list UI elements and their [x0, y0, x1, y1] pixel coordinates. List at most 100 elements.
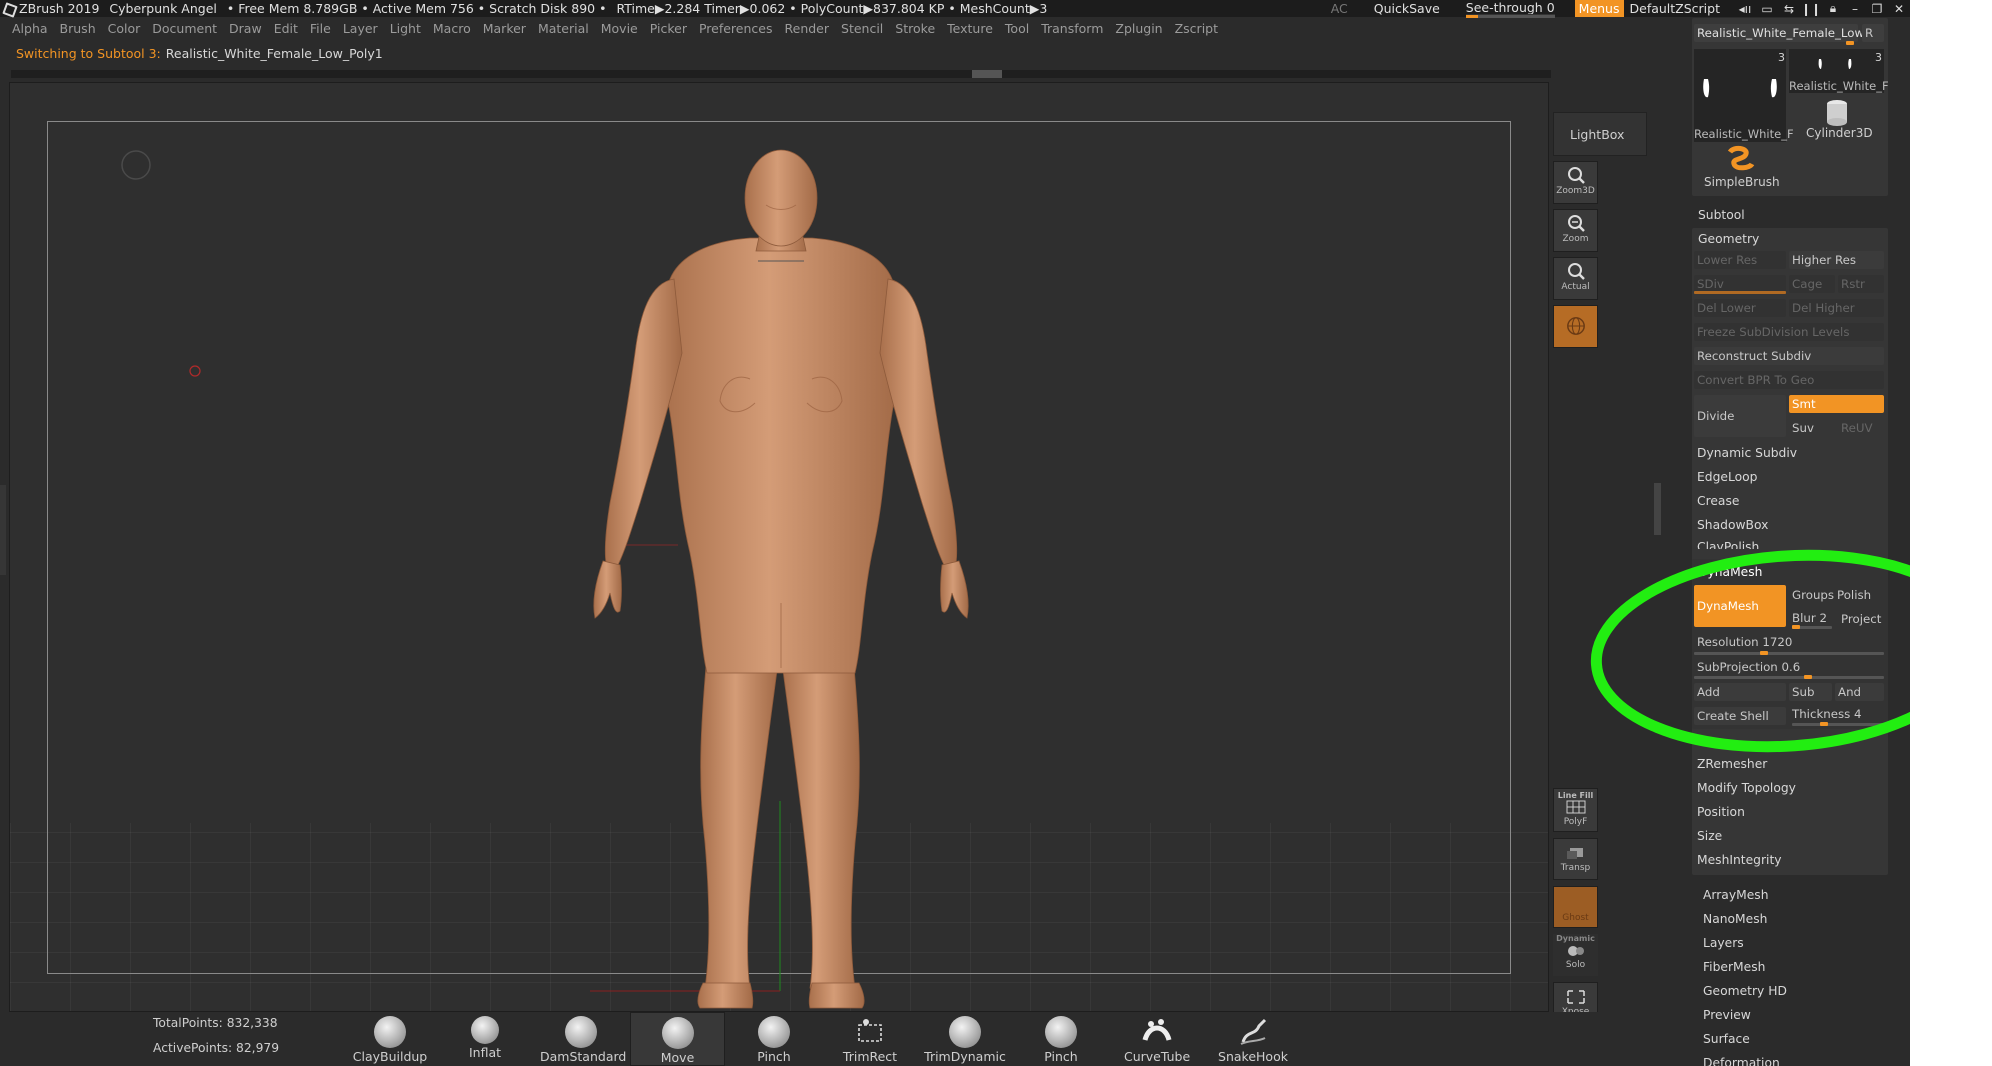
- brush-pinch[interactable]: Pinch: [750, 1012, 798, 1066]
- rstr-button[interactable]: Rstr: [1838, 275, 1884, 293]
- persp-button[interactable]: [1553, 305, 1598, 348]
- lock-icon[interactable]: 🔒︎: [1822, 1, 1844, 16]
- model-viewport[interactable]: [10, 83, 1549, 1012]
- geometry-section[interactable]: Geometry: [1698, 232, 1759, 246]
- menu-preferences[interactable]: Preferences: [699, 21, 773, 36]
- see-through-slider[interactable]: See-through 0: [1465, 0, 1555, 18]
- menu-stencil[interactable]: Stencil: [841, 21, 883, 36]
- subprojection-track[interactable]: [1694, 675, 1884, 679]
- edgeloop-section[interactable]: EdgeLoop: [1694, 468, 1884, 486]
- menu-stroke[interactable]: Stroke: [895, 21, 935, 36]
- brush-damstandard[interactable]: DamStandard: [540, 1012, 626, 1066]
- fibermesh-section[interactable]: FiberMesh: [1703, 960, 1765, 974]
- female-base-mesh[interactable]: [593, 149, 969, 1009]
- menu-light[interactable]: Light: [390, 21, 421, 36]
- reuv-toggle[interactable]: ReUV: [1838, 419, 1884, 437]
- brush-trimrect[interactable]: TrimRect: [840, 1012, 900, 1066]
- layout-icon[interactable]: ▭: [1756, 2, 1778, 16]
- menu-render[interactable]: Render: [785, 21, 830, 36]
- smt-toggle[interactable]: Smt: [1789, 395, 1884, 413]
- claypolish-section[interactable]: ClayPolish: [1694, 538, 1884, 549]
- suv-toggle[interactable]: Suv: [1789, 419, 1835, 437]
- menu-zplugin[interactable]: Zplugin: [1115, 21, 1162, 36]
- menu-draw[interactable]: Draw: [229, 21, 262, 36]
- solo-button[interactable]: Dynamic Solo: [1553, 934, 1598, 976]
- current-tool-name[interactable]: Realistic_White_Female_Low: [1694, 24, 1864, 42]
- lower-res-button[interactable]: Lower Res: [1694, 251, 1786, 269]
- and-button[interactable]: And: [1835, 683, 1884, 701]
- transp-button[interactable]: Transp: [1553, 838, 1598, 880]
- interface-icon[interactable]: ❙❙: [1800, 2, 1822, 16]
- brush-inflat[interactable]: Inflat: [461, 1012, 509, 1066]
- brush-curvetube[interactable]: CurveTube: [1124, 1012, 1190, 1066]
- menu-picker[interactable]: Picker: [650, 21, 687, 36]
- scrollbar-thumb[interactable]: [972, 70, 1002, 78]
- menus-toggle[interactable]: Menus: [1574, 0, 1624, 17]
- menu-alpha[interactable]: Alpha: [12, 21, 48, 36]
- modify-topology-section[interactable]: Modify Topology: [1694, 779, 1884, 797]
- nanomesh-section[interactable]: NanoMesh: [1703, 912, 1767, 926]
- brush-snakehook[interactable]: SnakeHook: [1218, 1012, 1288, 1066]
- menu-macro[interactable]: Macro: [433, 21, 471, 36]
- dynamesh-button[interactable]: DynaMesh: [1694, 585, 1786, 627]
- menu-tool[interactable]: Tool: [1005, 21, 1029, 36]
- menu-zscript[interactable]: Zscript: [1175, 21, 1218, 36]
- ghost-button[interactable]: Ghost: [1553, 886, 1598, 928]
- arraymesh-section[interactable]: ArrayMesh: [1703, 888, 1769, 902]
- blur-knob[interactable]: [1792, 625, 1800, 629]
- surface-section[interactable]: Surface: [1703, 1032, 1750, 1046]
- help-icon[interactable]: ◂ıı: [1734, 2, 1756, 16]
- left-tray-toggle[interactable]: [0, 485, 6, 575]
- reconstruct-subdiv-button[interactable]: Reconstruct Subdiv: [1694, 347, 1884, 365]
- linefill-button[interactable]: Line Fill PolyF: [1553, 788, 1598, 832]
- thickness-slider[interactable]: Thickness 4: [1789, 705, 1884, 723]
- menu-edit[interactable]: Edit: [274, 21, 298, 36]
- canvas-scrollbar[interactable]: [11, 70, 1551, 78]
- thickness-knob[interactable]: [1820, 722, 1828, 726]
- project-toggle[interactable]: Project: [1838, 610, 1884, 628]
- geometry-hd-section[interactable]: Geometry HD: [1703, 984, 1787, 998]
- brush-trimdynamic[interactable]: TrimDynamic: [924, 1012, 1006, 1066]
- shadowbox-section[interactable]: ShadowBox: [1694, 516, 1884, 534]
- thickness-track[interactable]: [1792, 722, 1884, 726]
- zoom-button[interactable]: Zoom: [1553, 209, 1598, 252]
- menu-document[interactable]: Document: [152, 21, 217, 36]
- brush-pinch-2[interactable]: Pinch: [1037, 1012, 1085, 1066]
- resolution-track[interactable]: [1694, 651, 1884, 655]
- menu-marker[interactable]: Marker: [483, 21, 526, 36]
- polish-toggle[interactable]: Polish: [1834, 586, 1884, 604]
- convert-bpr-button[interactable]: Convert BPR To Geo: [1694, 371, 1884, 389]
- menu-color[interactable]: Color: [108, 21, 141, 36]
- tool-thumb-2[interactable]: Realistic_White_F 3: [1789, 49, 1889, 93]
- zremesher-section[interactable]: ZRemesher: [1694, 755, 1884, 773]
- menu-layer[interactable]: Layer: [343, 21, 378, 36]
- blur-track[interactable]: [1792, 625, 1832, 629]
- actual-button[interactable]: Actual: [1553, 257, 1598, 300]
- zoom3d-button[interactable]: Zoom3D: [1553, 161, 1598, 204]
- add-button[interactable]: Add: [1694, 683, 1786, 701]
- subprojection-slider[interactable]: SubProjection 0.6: [1694, 658, 1884, 676]
- divide-button[interactable]: Divide: [1694, 395, 1786, 437]
- menu-movie[interactable]: Movie: [601, 21, 638, 36]
- tool-name-slider-knob[interactable]: [1846, 41, 1854, 45]
- close-icon[interactable]: ✕: [1888, 2, 1910, 16]
- tool-thumb-1[interactable]: Realistic_White_F 3: [1694, 49, 1794, 142]
- resolution-knob[interactable]: [1760, 651, 1768, 655]
- r-button[interactable]: R: [1862, 24, 1884, 42]
- groups-toggle[interactable]: Groups: [1789, 586, 1835, 604]
- dynamic-subdiv-section[interactable]: Dynamic Subdiv: [1694, 444, 1884, 462]
- menu-brush[interactable]: Brush: [60, 21, 96, 36]
- document-canvas[interactable]: [9, 82, 1549, 1012]
- crease-section[interactable]: Crease: [1694, 492, 1884, 510]
- menu-texture[interactable]: Texture: [947, 21, 993, 36]
- higher-res-button[interactable]: Higher Res: [1789, 251, 1884, 269]
- tool-thumb-cylinder[interactable]: Cylinder3D: [1789, 96, 1884, 142]
- brush-move[interactable]: Move: [630, 1012, 725, 1066]
- del-lower-button[interactable]: Del Lower: [1694, 299, 1786, 317]
- subprojection-knob[interactable]: [1804, 675, 1812, 679]
- menu-transform[interactable]: Transform: [1041, 21, 1103, 36]
- subtool-section[interactable]: Subtool: [1698, 208, 1745, 222]
- lightbox-button[interactable]: LightBox: [1553, 112, 1647, 156]
- sub-button[interactable]: Sub: [1789, 683, 1832, 701]
- preview-section[interactable]: Preview: [1703, 1008, 1751, 1022]
